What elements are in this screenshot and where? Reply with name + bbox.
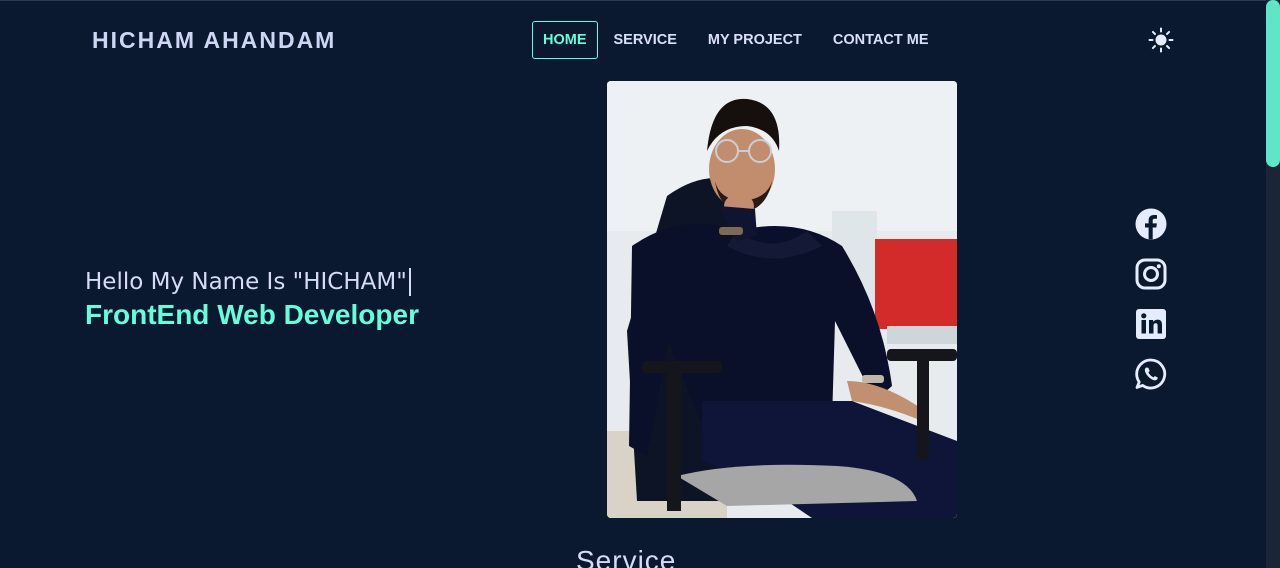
nav-contact-me[interactable]: CONTACT ME (818, 22, 944, 58)
scrollbar-thumb[interactable] (1266, 0, 1280, 167)
profile-photo (607, 81, 957, 518)
whatsapp-icon[interactable] (1134, 357, 1168, 391)
sun-icon[interactable] (1148, 27, 1174, 53)
nav-home[interactable]: HOME (532, 21, 598, 59)
social-links (1134, 207, 1168, 407)
brand-logo[interactable]: HICHAM AHANDAM (92, 27, 336, 54)
nav-service[interactable]: SERVICE (599, 22, 692, 58)
hero-role: FrontEnd Web Developer (85, 299, 419, 330)
nav-my-project[interactable]: MY PROJECT (693, 22, 817, 58)
main-nav: HOME SERVICE MY PROJECT CONTACT ME (532, 21, 945, 59)
linkedin-icon[interactable] (1134, 307, 1168, 341)
instagram-icon[interactable] (1134, 257, 1168, 291)
greeting-text: Hello My Name Is "HICHAM" (85, 269, 407, 295)
typing-cursor (408, 268, 411, 296)
hero-greeting: Hello My Name Is "HICHAM" (85, 268, 411, 296)
section-title-service: Service (576, 545, 677, 568)
portfolio-page: HICHAM AHANDAM HOME SERVICE MY PROJECT C… (0, 0, 1280, 568)
top-border (0, 0, 1266, 1)
facebook-icon[interactable] (1134, 207, 1168, 241)
